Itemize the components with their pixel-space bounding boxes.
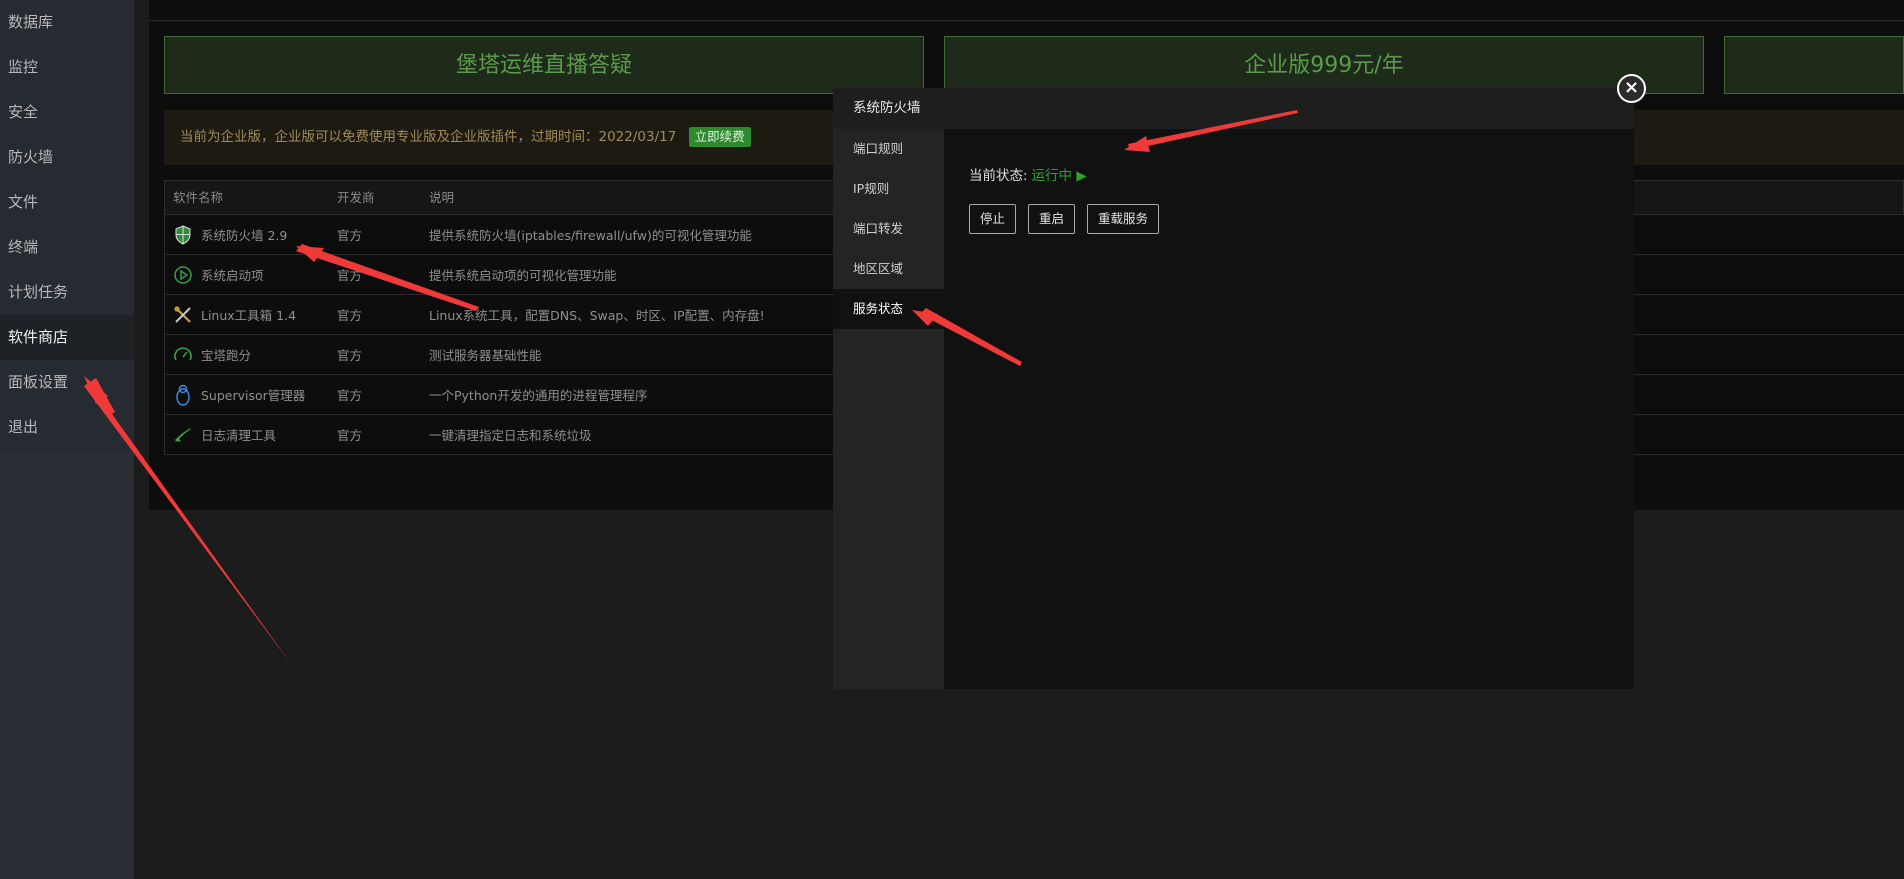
- tab-region[interactable]: 地区区域: [833, 249, 944, 289]
- header-description: 说明: [429, 190, 455, 205]
- software-vendor: 官方: [337, 428, 363, 443]
- banner-enterprise-price[interactable]: 企业版999元/年: [944, 36, 1704, 94]
- software-name[interactable]: Linux工具箱 1.4: [201, 305, 296, 324]
- software-description: 一个Python开发的通用的进程管理程序: [429, 388, 648, 403]
- status-label: 当前状态:: [969, 168, 1028, 184]
- play-circle-icon: [173, 265, 193, 285]
- banner-third[interactable]: [1724, 36, 1904, 94]
- service-buttons: 停止 重启 重载服务: [969, 204, 1160, 234]
- software-vendor: 官方: [337, 268, 363, 283]
- software-description: 一键清理指定日志和系统垃圾: [429, 428, 592, 443]
- software-name[interactable]: 系统防火墙 2.9: [201, 225, 287, 244]
- status-value: 运行中 ▶: [1031, 168, 1087, 184]
- tab-port-rules[interactable]: 端口规则: [833, 129, 944, 169]
- software-description: Linux系统工具，配置DNS、Swap、时区、IP配置、内存盘!: [429, 308, 765, 323]
- software-name[interactable]: 日志清理工具: [201, 425, 276, 444]
- tab-service-status[interactable]: 服务状态: [833, 289, 944, 329]
- sidebar-item-software-store[interactable]: 软件商店: [0, 315, 134, 360]
- software-vendor: 官方: [337, 388, 363, 403]
- sidebar-item-security[interactable]: 安全: [0, 90, 134, 135]
- software-name[interactable]: 宝塔跑分: [201, 345, 251, 364]
- software-vendor: 官方: [337, 348, 363, 363]
- sidebar-item-firewall[interactable]: 防火墙: [0, 135, 134, 180]
- license-notice-text: 当前为企业版，企业版可以免费使用专业版及企业版插件，过期时间：2022/03/1…: [180, 129, 677, 145]
- software-description: 提供系统启动项的可视化管理功能: [429, 268, 617, 283]
- banner-live-qa[interactable]: 堡塔运维直播答疑: [164, 36, 924, 94]
- tools-icon: [173, 305, 193, 325]
- broom-icon: [173, 425, 193, 445]
- gauge-icon: [173, 345, 193, 365]
- close-icon[interactable]: ×: [1617, 74, 1646, 103]
- reload-service-button[interactable]: 重载服务: [1087, 204, 1160, 234]
- software-description: 测试服务器基础性能: [429, 348, 542, 363]
- renew-button[interactable]: 立即续费: [688, 127, 751, 147]
- shield-icon: [173, 224, 193, 245]
- tux-icon: [173, 384, 193, 406]
- firewall-dialog: 系统防火墙 端口规则 IP规则 端口转发 地区区域 服务状态 当前状态: 运行中 …: [833, 88, 1634, 689]
- sidebar-item-terminal[interactable]: 终端: [0, 225, 134, 270]
- divider: [149, 20, 1904, 21]
- stop-button[interactable]: 停止: [969, 204, 1017, 234]
- software-description: 提供系统防火墙(iptables/firewall/ufw)的可视化管理功能: [429, 228, 752, 243]
- sidebar-item-monitor[interactable]: 监控: [0, 45, 134, 90]
- tab-ip-rules[interactable]: IP规则: [833, 169, 944, 209]
- sidebar: 数据库 监控 安全 防火墙 文件 终端 计划任务 软件商店 面板设置 退出: [0, 0, 134, 879]
- header-vendor: 开发商: [337, 190, 375, 205]
- header-name: 软件名称: [173, 190, 224, 205]
- sidebar-item-panel-settings[interactable]: 面板设置: [0, 360, 134, 405]
- sidebar-item-cron[interactable]: 计划任务: [0, 270, 134, 315]
- service-status: 当前状态: 运行中 ▶: [969, 164, 1087, 184]
- tab-port-forward[interactable]: 端口转发: [833, 209, 944, 249]
- software-vendor: 官方: [337, 228, 363, 243]
- sidebar-item-database[interactable]: 数据库: [0, 0, 134, 45]
- restart-button[interactable]: 重启: [1028, 204, 1076, 234]
- software-name[interactable]: Supervisor管理器: [201, 385, 305, 404]
- software-vendor: 官方: [337, 308, 363, 323]
- sidebar-item-logout[interactable]: 退出: [0, 405, 134, 450]
- software-name[interactable]: 系统启动项: [201, 265, 264, 284]
- sidebar-item-files[interactable]: 文件: [0, 180, 134, 225]
- dialog-tabs: 端口规则 IP规则 端口转发 地区区域 服务状态: [833, 129, 944, 689]
- dialog-body: 当前状态: 运行中 ▶ 停止 重启 重载服务: [944, 129, 1634, 689]
- dialog-title: 系统防火墙: [833, 88, 1634, 129]
